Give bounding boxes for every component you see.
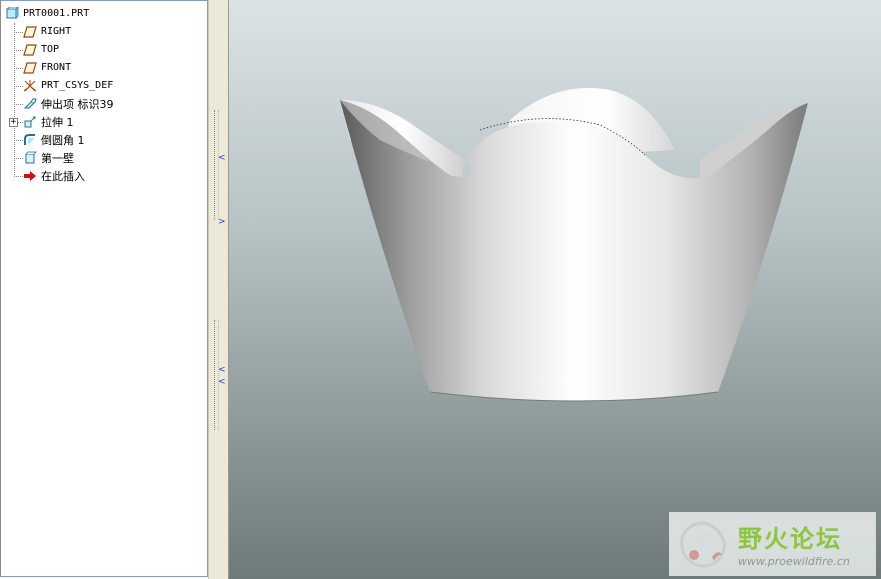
insert-here-arrow-icon [23,169,37,183]
datum-plane-icon [23,61,37,75]
forum-watermark: 野火论坛 www.proewildfire.cn [669,512,876,576]
watermark-title: 野火论坛 [738,525,842,553]
expand-right-arrow-icon[interactable]: > [218,218,226,227]
tree-branch [14,176,23,177]
datum-plane-icon [23,25,37,39]
tree-item-label: TOP [41,44,60,55]
tree-branch [14,158,23,159]
tree-branch [14,104,23,105]
protrusion-icon [23,97,37,111]
tree-item-label: RIGHT [41,26,72,37]
tree-branch [14,32,23,33]
tree-item-insert-here[interactable]: 在此插入 [23,167,85,184]
collapse-left-arrow-icon[interactable]: < [218,366,226,375]
panel-splitter[interactable]: < > < < [208,0,229,579]
tree-item-label: 在此插入 [41,169,85,183]
tree-branch [14,68,23,69]
tree-item-round[interactable]: 倒圆角 1 [23,131,85,148]
expand-toggle[interactable]: + [9,118,18,127]
tree-connector-line [14,23,15,175]
tree-item-label: FRONT [41,62,72,73]
coordinate-system-icon [23,79,37,93]
datum-plane-icon [23,43,37,57]
tree-branch [14,86,23,87]
tree-item-first-wall[interactable]: 第一壁 [23,149,74,166]
tree-item-label: PRT_CSYS_DEF [41,80,114,91]
tree-item-label: 拉伸 1 [41,115,74,129]
splitter-grip[interactable] [214,320,219,430]
collapse-left-arrow-icon[interactable]: < [218,378,226,387]
tree-item-front[interactable]: FRONT [23,59,71,76]
tree-item-label: 第一壁 [41,151,74,165]
splitter-grip[interactable] [214,110,219,220]
tree-item-extrude[interactable]: 拉伸 1 [23,113,74,130]
tree-item-label: 倒圆角 1 [41,133,85,147]
tree-branch [14,140,23,141]
first-wall-icon [23,151,37,165]
tree-item-protrusion[interactable]: 伸出项 标识39 [23,95,114,112]
collapse-left-arrow-icon[interactable]: < [218,154,226,163]
extrude-icon [23,115,37,129]
part-icon [5,7,19,21]
watermark-url: www.proewildfire.cn [738,555,850,568]
tree-item-csys[interactable]: PRT_CSYS_DEF [23,77,113,94]
tree-root-label: PRT0001.PRT [23,8,90,19]
tree-item-label: 伸出项 标识39 [41,97,114,111]
flame-logo-icon [680,521,726,568]
tree-branch [14,50,23,51]
tree-item-right[interactable]: RIGHT [23,23,71,40]
model-tree-panel: PRT0001.PRT RIGHT TOP FRONT PRT_CSYS_DEF… [0,0,208,577]
graphics-viewport[interactable] [229,0,881,579]
tree-item-top[interactable]: TOP [23,41,59,58]
bowl-model[interactable] [229,0,881,579]
tree-root-node[interactable]: PRT0001.PRT [5,5,89,22]
round-icon [23,133,37,147]
